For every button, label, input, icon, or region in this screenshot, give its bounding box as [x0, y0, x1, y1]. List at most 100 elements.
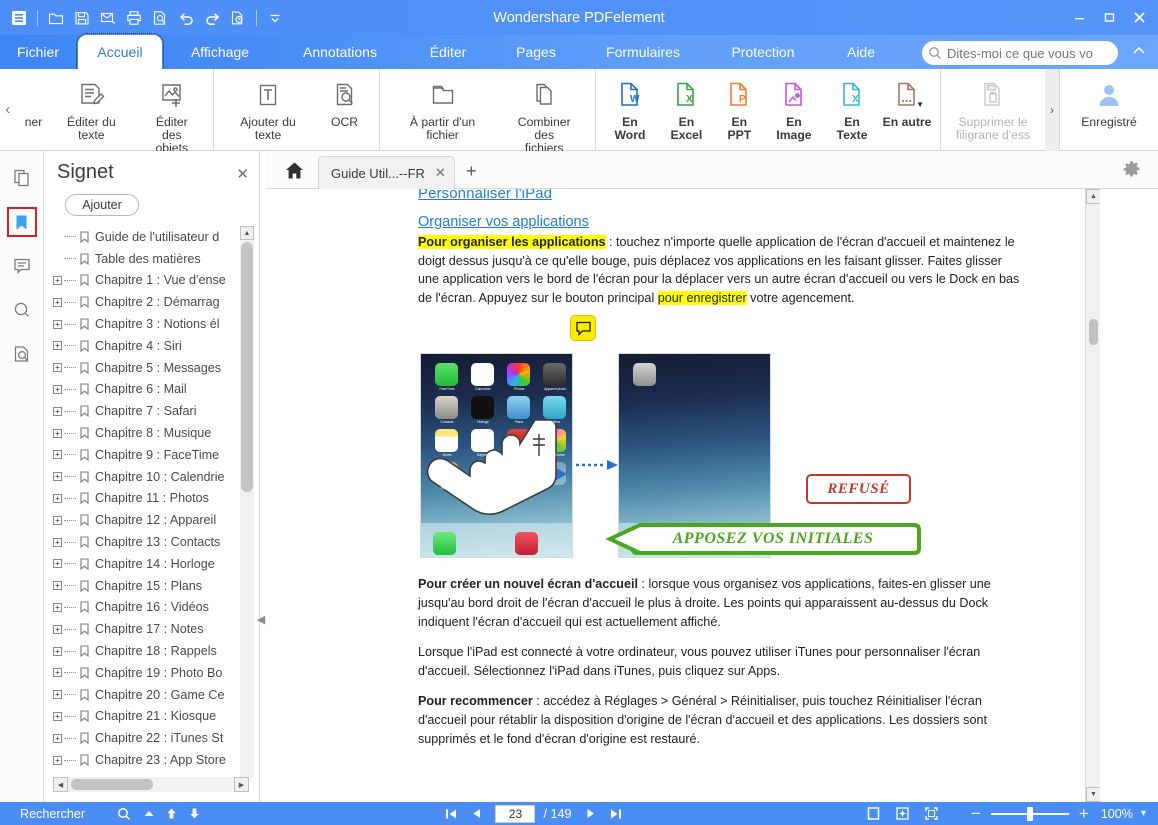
- bookmark-item[interactable]: + Chapitre 18 : Rappels: [53, 640, 249, 662]
- app-menu-icon[interactable]: [6, 5, 32, 31]
- bookmark-list[interactable]: Guide de l'utilisateur d Table des matièr…: [53, 226, 249, 778]
- tab-aide[interactable]: Aide: [824, 35, 898, 69]
- ribbon-overflow-icon[interactable]: ›: [1045, 69, 1060, 151]
- close-tab-icon[interactable]: ✕: [435, 165, 446, 181]
- sticky-note-icon[interactable]: [570, 315, 596, 342]
- expand-icon[interactable]: +: [53, 733, 62, 743]
- bookmark-item[interactable]: + Chapitre 7 : Safari: [53, 400, 249, 422]
- undo-icon[interactable]: [173, 5, 199, 31]
- expand-icon[interactable]: +: [53, 363, 62, 373]
- bookmark-hscroll-thumb[interactable]: [71, 779, 153, 790]
- gear-icon[interactable]: [1123, 161, 1140, 183]
- sidebar-item-search[interactable]: [7, 295, 37, 325]
- tell-me-input[interactable]: [947, 45, 1107, 61]
- expand-icon[interactable]: +: [53, 428, 62, 438]
- bookmark-item[interactable]: + Chapitre 13 : Contacts: [53, 531, 249, 553]
- ribbon-scroll-left-icon[interactable]: ‹: [0, 69, 16, 150]
- expand-icon[interactable]: +: [53, 472, 62, 482]
- ribbon-item-ocr[interactable]: OCR: [317, 73, 373, 129]
- close-icon[interactable]: ✕: [236, 165, 249, 183]
- print-preview-icon[interactable]: [147, 5, 173, 31]
- scroll-right-icon[interactable]: ▶: [234, 777, 249, 792]
- bookmark-item[interactable]: + Chapitre 23 : App Store: [53, 749, 249, 771]
- expand-icon[interactable]: +: [53, 384, 62, 394]
- tab-protection[interactable]: Protection: [708, 35, 818, 69]
- ribbon-item-combine-files[interactable]: Combiner des fichiers: [500, 73, 589, 155]
- recent-icon[interactable]: [225, 5, 251, 31]
- single-page-icon[interactable]: [866, 806, 881, 821]
- email-icon[interactable]: [95, 5, 121, 31]
- arrow-up-small-icon[interactable]: [143, 808, 155, 820]
- bookmark-item[interactable]: + Chapitre 4 : Siri: [53, 335, 249, 357]
- tab-fichier[interactable]: Fichier: [10, 35, 66, 69]
- page-canvas[interactable]: Personnaliser l'iPad Organiser vos appli…: [266, 189, 1100, 802]
- minimize-button[interactable]: [1064, 4, 1094, 32]
- tab-editer[interactable]: Éditer: [404, 35, 492, 69]
- bookmark-item[interactable]: + Chapitre 10 : Calendrie: [53, 466, 249, 488]
- last-page-icon[interactable]: [609, 807, 623, 821]
- tab-accueil[interactable]: Accueil: [76, 33, 164, 71]
- bookmark-item[interactable]: + Chapitre 3 : Notions él: [53, 313, 249, 335]
- bookmark-item[interactable]: + Chapitre 14 : Horloge: [53, 553, 249, 575]
- expand-icon[interactable]: +: [53, 493, 62, 503]
- expand-icon[interactable]: +: [53, 275, 62, 285]
- customize-qat-icon[interactable]: [262, 5, 288, 31]
- expand-icon[interactable]: +: [53, 711, 62, 721]
- expand-icon[interactable]: +: [53, 341, 62, 351]
- zoom-out-button[interactable]: −: [971, 804, 981, 824]
- search-icon[interactable]: [117, 807, 131, 821]
- stamp-initials-wrap[interactable]: APPOSEZ VOS INITIALES: [604, 522, 922, 556]
- ribbon-item-account[interactable]: Enregistré: [1066, 73, 1152, 129]
- first-page-icon[interactable]: [444, 807, 458, 821]
- expand-icon[interactable]: +: [53, 755, 62, 765]
- ribbon-item-to-image[interactable]: En Image: [764, 73, 824, 142]
- tab-formulaires[interactable]: Formulaires: [580, 35, 706, 69]
- arrow-up-icon[interactable]: [165, 807, 178, 820]
- expand-icon[interactable]: +: [53, 624, 62, 634]
- tab-annotations[interactable]: Annotations: [282, 35, 398, 69]
- sidebar-item-bookmark[interactable]: [6, 207, 37, 237]
- bookmark-item[interactable]: + Chapitre 6 : Mail: [53, 379, 249, 401]
- zoom-slider[interactable]: [990, 806, 1069, 821]
- bookmark-item[interactable]: + Chapitre 8 : Musique: [53, 422, 249, 444]
- next-page-icon[interactable]: [584, 807, 597, 820]
- ribbon-item-to-excel[interactable]: X En Excel: [658, 73, 715, 142]
- bookmark-item[interactable]: + Chapitre 11 : Photos: [53, 488, 249, 510]
- bookmark-item[interactable]: Table des matières: [53, 248, 249, 270]
- bookmark-item[interactable]: + Chapitre 9 : FaceTime: [53, 444, 249, 466]
- zoom-dropdown-icon[interactable]: ▾: [1141, 808, 1146, 819]
- bookmark-item[interactable]: + Chapitre 1 : Vue d'ense: [53, 270, 249, 292]
- save-icon[interactable]: [69, 5, 95, 31]
- redo-icon[interactable]: [199, 5, 225, 31]
- document-tab[interactable]: Guide Util...--FR ✕: [318, 156, 455, 189]
- bookmark-item[interactable]: + Chapitre 15 : Plans: [53, 575, 249, 597]
- document-scroll-up-icon[interactable]: ▲: [1086, 189, 1101, 204]
- expand-icon[interactable]: +: [53, 450, 62, 460]
- ribbon-item-add-text[interactable]: Ajouter du texte: [220, 73, 317, 142]
- home-icon[interactable]: [282, 158, 306, 182]
- close-button[interactable]: [1124, 4, 1154, 32]
- ribbon-item-to-word[interactable]: W En Word: [602, 73, 658, 142]
- expand-icon[interactable]: +: [53, 668, 62, 678]
- print-icon[interactable]: [121, 5, 147, 31]
- bookmark-item[interactable]: + Chapitre 12 : Appareil: [53, 509, 249, 531]
- expand-icon[interactable]: +: [53, 297, 62, 307]
- tab-affichage[interactable]: Affichage: [172, 35, 268, 69]
- zoom-slider-thumb[interactable]: [1026, 806, 1033, 821]
- bookmark-item[interactable]: + Chapitre 22 : iTunes St: [53, 727, 249, 749]
- expand-icon[interactable]: +: [53, 319, 62, 329]
- new-tab-button[interactable]: +: [466, 161, 477, 182]
- expand-icon[interactable]: +: [53, 559, 62, 569]
- ribbon-item-to-ppt[interactable]: P En PPT: [715, 73, 764, 142]
- collapse-ribbon-icon[interactable]: [1132, 44, 1146, 59]
- tell-me-search-box[interactable]: [922, 41, 1118, 65]
- sidebar-item-ocr-search[interactable]: [7, 339, 37, 369]
- bookmark-vscroll-thumb[interactable]: [241, 242, 253, 492]
- bookmark-item[interactable]: + Chapitre 16 : Vidéos: [53, 597, 249, 619]
- bookmark-panel-hscrollbar[interactable]: ◀ ▶: [53, 777, 249, 792]
- expand-icon[interactable]: +: [53, 581, 62, 591]
- sidebar-item-comments[interactable]: [7, 251, 37, 281]
- prev-page-icon[interactable]: [470, 807, 483, 820]
- ribbon-item-partial[interactable]: ner: [22, 73, 46, 129]
- ribbon-item-to-text[interactable]: X En Texte: [824, 73, 880, 142]
